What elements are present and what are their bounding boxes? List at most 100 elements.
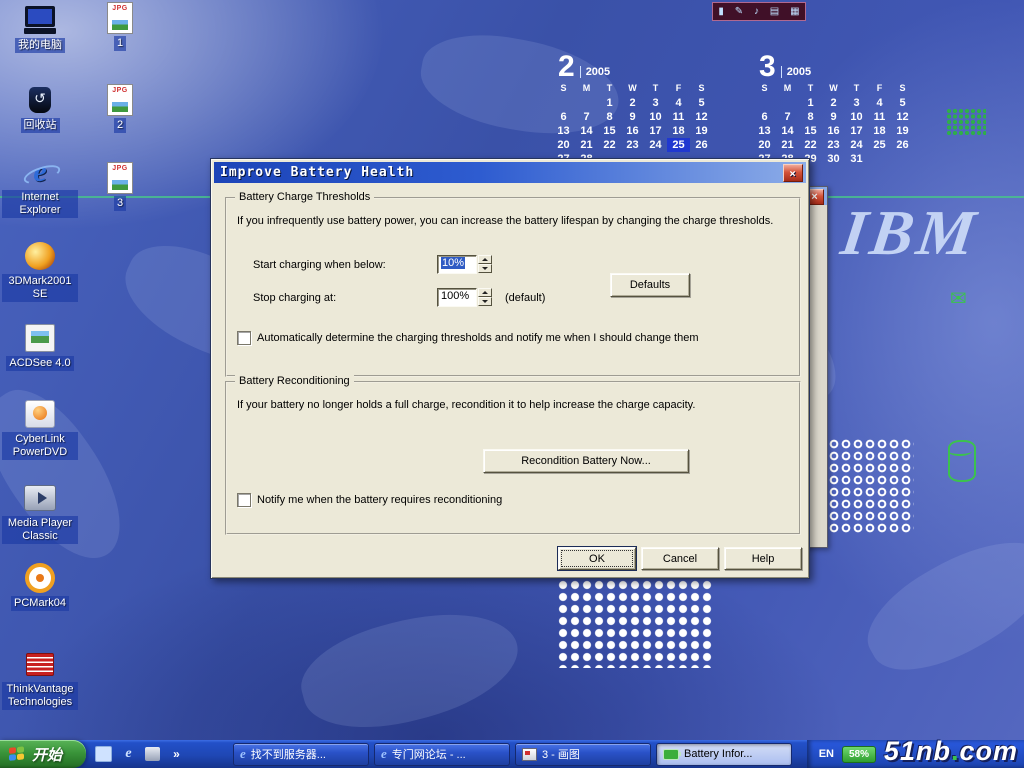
calendar-day (776, 96, 799, 110)
calendar-day: 11 (667, 110, 690, 124)
calendar-weekday: T (799, 83, 822, 96)
language-indicator[interactable]: EN (819, 748, 834, 760)
3dmark-icon (22, 240, 58, 272)
desktop-icon-label: 2 (114, 118, 126, 133)
calendar-day: 6 (552, 110, 575, 124)
taskbar-item-forum[interactable]: e 专门网论坛 - ... (374, 743, 510, 766)
desktop-icon-label: ThinkVantage Technologies (2, 682, 78, 710)
calendar-day: 26 (891, 138, 914, 152)
watermark-prefix: 51nb (884, 736, 951, 766)
cancel-button[interactable]: Cancel (641, 547, 719, 570)
taskbar-item-label: Battery Infor... (684, 748, 752, 760)
calendar-weekday: S (690, 83, 713, 96)
taskbar-item-paint[interactable]: 3 - 画图 (515, 743, 651, 766)
jpg-file-icon (102, 162, 138, 194)
windows-flag-icon (9, 746, 26, 763)
battery-tray-indicator[interactable]: 58% (842, 746, 876, 763)
media-player-classic-icon (22, 482, 58, 514)
desktop-icon-thinkvantage[interactable]: ThinkVantage Technologies (2, 648, 78, 710)
jpg-thumbnail (112, 102, 128, 112)
dialog-close-icon[interactable]: × (783, 164, 803, 182)
desktop-icon-my-computer[interactable]: 我的电脑 (2, 4, 78, 53)
dialog-title: Improve Battery Health (220, 165, 414, 180)
desktop-icon-media-player-classic[interactable]: Media Player Classic (2, 482, 78, 544)
jpg-thumbnail (112, 180, 128, 190)
defaults-button[interactable]: Defaults (610, 273, 690, 297)
calendar-day: 18 (667, 124, 690, 138)
desktop-icon-label: Internet Explorer (2, 190, 78, 218)
internet-explorer-icon: e (381, 746, 387, 762)
desktop-icon-jpg-1[interactable]: 1 (82, 2, 158, 51)
desktop-icon-jpg-3[interactable]: 3 (82, 162, 158, 211)
calendar-day: 14 (776, 124, 799, 138)
taskbar-item-server-not-found[interactable]: e 找不到服务器... (233, 743, 369, 766)
calendar-day: 20 (552, 138, 575, 152)
ok-button[interactable]: OK (558, 547, 636, 570)
toolbar-icon[interactable]: ✎ (735, 7, 743, 17)
desktop-icon-pcmark04[interactable]: PCMark04 (2, 562, 78, 611)
desktop-icon-label: Media Player Classic (2, 516, 78, 544)
selected-value: 10% (441, 257, 465, 269)
taskbar-item-battery-information[interactable]: Battery Infor... (656, 743, 792, 766)
calendar-day: 5 (690, 96, 713, 110)
calendar-day: 13 (552, 124, 575, 138)
wallpaper-calendar-march: 3 2005 SMTWTFS 1234567891011121314151617… (753, 54, 914, 166)
desktop-icon-recycle-bin[interactable]: 回收站 (2, 84, 78, 133)
show-desktop-icon[interactable] (95, 746, 112, 762)
help-button[interactable]: Help (724, 547, 802, 570)
calendar-day: 7 (575, 110, 598, 124)
calendar-day: 8 (598, 110, 621, 124)
calendar-weekday: W (822, 83, 845, 96)
desktop-icon-label: 我的电脑 (15, 38, 65, 53)
spin-up-icon[interactable] (478, 255, 492, 264)
desktop-icon-powerdvd[interactable]: CyberLink PowerDVD (2, 398, 78, 460)
thinkvantage-icon (22, 648, 58, 680)
desktop-icon-jpg-2[interactable]: 2 (82, 84, 158, 133)
calendar-day: 6 (753, 110, 776, 124)
internet-explorer-quicklaunch-icon[interactable]: e (121, 747, 136, 761)
calendar-weekday: T (598, 83, 621, 96)
spin-down-icon[interactable] (478, 297, 492, 306)
stop-threshold-input[interactable]: 100% (437, 288, 477, 307)
calendar-header: 3 2005 (759, 54, 914, 80)
calendar-weekday: F (667, 83, 690, 96)
calendar-month: 2 (558, 54, 575, 80)
recondition-battery-button[interactable]: Recondition Battery Now... (483, 449, 689, 473)
start-threshold-input[interactable]: 10% (437, 255, 477, 274)
media-player-quicklaunch-icon[interactable] (145, 747, 160, 761)
improve-battery-health-dialog: Improve Battery Health × Battery Charge … (210, 158, 810, 579)
notify-reconditioning-checkbox[interactable] (237, 493, 251, 507)
toolbar-icon[interactable]: ▦ (790, 7, 799, 17)
calendar-weekday-row: SMTWTFS (552, 83, 713, 96)
calendar-day: 12 (690, 110, 713, 124)
paint-icon (522, 748, 537, 761)
toolbar-icon[interactable]: ▮ (718, 7, 724, 17)
calendar-weekday: S (891, 83, 914, 96)
desktop-icon-acdsee[interactable]: ACDSee 4.0 (2, 322, 78, 371)
auto-determine-checkbox[interactable] (237, 331, 251, 345)
calendar-day: 16 (822, 124, 845, 138)
quicklaunch-overflow-chevron-icon[interactable]: » (169, 747, 184, 761)
dialog-titlebar[interactable]: Improve Battery Health × (214, 162, 806, 183)
desktop-icon-internet-explorer[interactable]: Internet Explorer (2, 156, 78, 218)
start-button[interactable]: 开始 (0, 740, 86, 768)
group-title: Battery Charge Thresholds (235, 191, 374, 203)
wallpaper-ring-grid (816, 438, 914, 534)
spin-up-icon[interactable] (478, 288, 492, 297)
pcmark04-icon (22, 562, 58, 594)
envelope-icon: ✉ (950, 286, 967, 311)
calendar-day: 10 (845, 110, 868, 124)
quick-launch-bar: e » (86, 740, 193, 768)
calendar-day: 25 (667, 138, 690, 152)
toolbar-icon[interactable]: ▤ (770, 7, 779, 17)
calendar-day (552, 96, 575, 110)
jpg-file-icon (102, 2, 138, 34)
toolbar-icon[interactable]: ♪ (754, 7, 759, 17)
calendar-day: 15 (598, 124, 621, 138)
recycle-bin-icon (22, 84, 58, 116)
jpg-thumbnail (112, 20, 128, 30)
spin-down-icon[interactable] (478, 264, 492, 273)
desktop-icon-3dmark2001[interactable]: 3DMark2001 SE (2, 240, 78, 302)
taskbar: 开始 e » e 找不到服务器... e 专门网论坛 - ... 3 - 画图 … (0, 740, 1024, 768)
calendar-day: 18 (868, 124, 891, 138)
